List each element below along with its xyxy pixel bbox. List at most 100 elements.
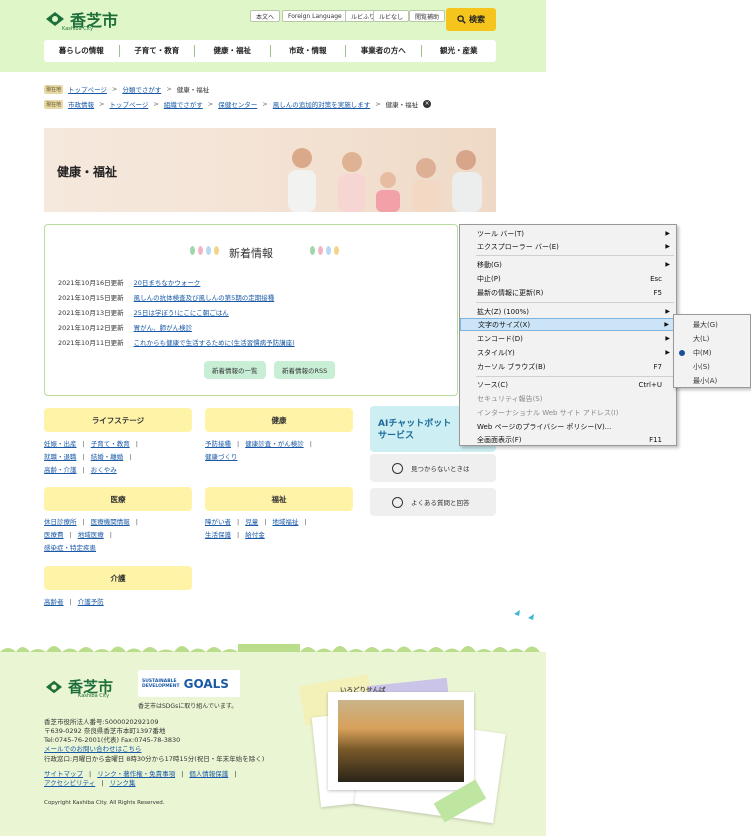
menu-item-privacy-policy[interactable]: Web ページのプライバシー ポリシー(V)... [460, 420, 676, 433]
context-menu: ツール バー(T) ▶ エクスプローラー バー(E) ▶ 移動(G) ▶ 中止(P) E… [459, 224, 677, 446]
news-link[interactable]: 25日は学ぼう!にこにこ朝ごはん [134, 307, 229, 317]
search-doc-icon [392, 462, 403, 474]
category-link[interactable]: 結婚・離婚 [91, 453, 124, 461]
nav-item-living[interactable]: 暮らしの情報 [44, 45, 120, 57]
footer-logo-sub: Kashiba City [78, 693, 110, 699]
category-links-welfare: 障がい者 | 児童 | 地域福祉 | 生活保護 | 給付金 [205, 518, 307, 539]
question-bubble-icon [392, 496, 403, 508]
site-logo[interactable]: 香芝市 Kashiba City [44, 7, 118, 32]
category-link[interactable]: 子育て・教育 [91, 440, 130, 448]
submenu-item-medium[interactable]: 中(M) [674, 346, 750, 359]
breadcrumb-link[interactable]: 市政情報 [68, 99, 94, 109]
menu-separator [476, 302, 674, 303]
category-link[interactable]: 健康づくり [205, 453, 238, 461]
breadcrumb-link[interactable]: トップページ [109, 99, 148, 109]
submenu-item-small[interactable]: 小(S) [674, 360, 750, 373]
breadcrumb-link[interactable]: トップページ [68, 84, 107, 94]
news-link[interactable]: 胃がん、肺がん検診 [134, 322, 193, 332]
foreign-language-button[interactable]: Foreign Language [282, 10, 348, 22]
nav-item-tourism[interactable]: 観光・産業 [422, 45, 497, 57]
category-link[interactable]: 地域福祉 [272, 518, 298, 526]
skip-to-content-button[interactable]: 本文へ [250, 10, 281, 22]
category-link[interactable]: 医療費 [44, 531, 64, 539]
submenu-arrow-icon: ▶ [665, 243, 670, 250]
category-link[interactable]: おくやみ [91, 466, 117, 474]
menu-item-caret-browsing[interactable]: カーソル ブラウズ(B) F7 [460, 360, 676, 373]
submenu-item-large[interactable]: 大(L) [674, 332, 750, 345]
news-item: 2021年10月11日更新 これからも健康で生活するために(生活習慣病予防講座) [58, 337, 295, 347]
breadcrumb-link[interactable]: 保健センター [218, 99, 257, 109]
close-icon[interactable]: × [423, 100, 432, 108]
submenu-item-largest[interactable]: 最大(G) [674, 318, 750, 331]
category-link[interactable]: 高齢者 [44, 598, 64, 606]
category-link[interactable]: 生活保護 [205, 531, 231, 539]
search-button-label: 検索 [469, 15, 485, 24]
nav-item-business[interactable]: 事業者の方へ [346, 45, 422, 57]
menu-item-text-size[interactable]: 文字のサイズ(X) ▶ [460, 318, 676, 331]
footer-link-accessibility[interactable]: アクセシビリティ [44, 779, 95, 787]
news-link[interactable]: 20日まちなかウォーク [134, 277, 201, 287]
nav-item-health[interactable]: 健康・福祉 [195, 45, 271, 57]
news-date: 2021年10月15日更新 [58, 294, 124, 302]
breadcrumb-link[interactable]: 風しんの追加的対策を実施します [273, 99, 371, 109]
category-link[interactable]: 障がい者 [205, 518, 231, 526]
category-link[interactable]: 地域医療 [78, 531, 104, 539]
category-link[interactable]: 健康診査・がん検診 [245, 440, 304, 448]
menu-item-toolbar[interactable]: ツール バー(T) ▶ [460, 227, 676, 240]
faq-button[interactable]: よくある質問と回答 [370, 488, 496, 516]
search-icon [457, 15, 466, 24]
menu-item-stop[interactable]: 中止(P) Esc [460, 272, 676, 285]
category-link[interactable]: 介護予防 [78, 598, 104, 606]
footer-link-privacy[interactable]: 個人情報保護 [189, 770, 228, 778]
news-item: 2021年10月16日更新 20日まちなかウォーク [58, 277, 200, 287]
menu-item-zoom[interactable]: 拡大(Z) (100%) ▶ [460, 305, 676, 318]
category-link[interactable]: 高齢・介護 [44, 466, 77, 474]
breadcrumb: 現在地 トップページ > 分類でさがす > 健康・福祉 [44, 84, 209, 94]
submenu-arrow-icon: ▶ [665, 261, 670, 268]
menu-item-fullscreen[interactable]: 全画面表示(F) F11 [460, 433, 676, 446]
category-link[interactable]: 感染症・特定疾患 [44, 544, 96, 552]
submenu-item-smallest[interactable]: 最小(A) [674, 374, 750, 387]
browsing-assist-button[interactable]: 閲覧補助 [409, 10, 446, 22]
news-date: 2021年10月13日更新 [58, 309, 124, 317]
menu-item-go[interactable]: 移動(G) ▶ [460, 258, 676, 271]
shortcut-text: F11 [649, 435, 662, 444]
category-link[interactable]: 予防接種 [205, 440, 231, 448]
news-panel: 新着情報 2021年10月16日更新 20日まちなかウォーク 2021年10月15… [44, 224, 458, 396]
breadcrumb-link[interactable]: 組織でさがす [164, 99, 203, 109]
news-link[interactable]: これからも健康で生活するために(生活習慣病予防講座) [134, 337, 295, 347]
category-link[interactable]: 妊娠・出産 [44, 440, 77, 448]
global-nav: 暮らしの情報 子育て・教育 健康・福祉 市政・情報 事業者の方へ 観光・産業 [44, 40, 496, 62]
news-link[interactable]: 風しんの抗体検査及び風しんの第5期の定期接種 [134, 292, 275, 302]
breadcrumb-link[interactable]: 分類でさがす [122, 84, 161, 94]
menu-item-refresh[interactable]: 最新の情報に更新(R) F5 [460, 286, 676, 299]
shortcut-text: F7 [653, 362, 662, 371]
menu-item-source[interactable]: ソース(C) Ctrl+U [460, 378, 676, 391]
breadcrumb-separator: > [99, 100, 105, 108]
sdgs-logo[interactable]: SUSTAINABLE DEVELOPMENT GOALS [138, 670, 240, 697]
ruby-off-button[interactable]: ルビなし [373, 10, 410, 22]
family-photo-image [288, 148, 482, 212]
news-list-button[interactable]: 新着情報の一覧 [204, 361, 266, 379]
breadcrumb-separator: > [111, 85, 118, 93]
category-link[interactable]: 医療機関情報 [91, 518, 130, 526]
news-rss-button[interactable]: 新着情報のRSS [274, 361, 336, 379]
footer-mail: メールでのお問い合わせはこちら [44, 743, 142, 753]
category-link[interactable]: 給付金 [245, 531, 265, 539]
menu-separator [476, 376, 674, 377]
category-link[interactable]: 就職・退職 [44, 453, 77, 461]
nav-item-childcare[interactable]: 子育て・教育 [120, 45, 195, 57]
menu-item-style[interactable]: スタイル(Y) ▶ [460, 346, 676, 359]
category-link[interactable]: 休日診療所 [44, 518, 77, 526]
news-date: 2021年10月16日更新 [58, 279, 124, 287]
menu-item-encoding[interactable]: エンコード(D) ▶ [460, 332, 676, 345]
menu-item-explorer-bar[interactable]: エクスプローラー バー(E) ▶ [460, 240, 676, 253]
featured-photo-card[interactable] [328, 692, 474, 790]
search-button[interactable]: 検索 [446, 8, 496, 31]
footer-copyright: Copyright Kashiba City. All Rights Reser… [44, 800, 165, 806]
category-link[interactable]: 児童 [245, 518, 258, 526]
nav-item-city-gov[interactable]: 市政・情報 [271, 45, 346, 57]
not-found-button[interactable]: 見つからないときは [370, 454, 496, 482]
footer-link-links[interactable]: リンク集 [110, 779, 136, 787]
contact-mail-link[interactable]: メールでのお問い合わせはこちら [44, 745, 142, 753]
